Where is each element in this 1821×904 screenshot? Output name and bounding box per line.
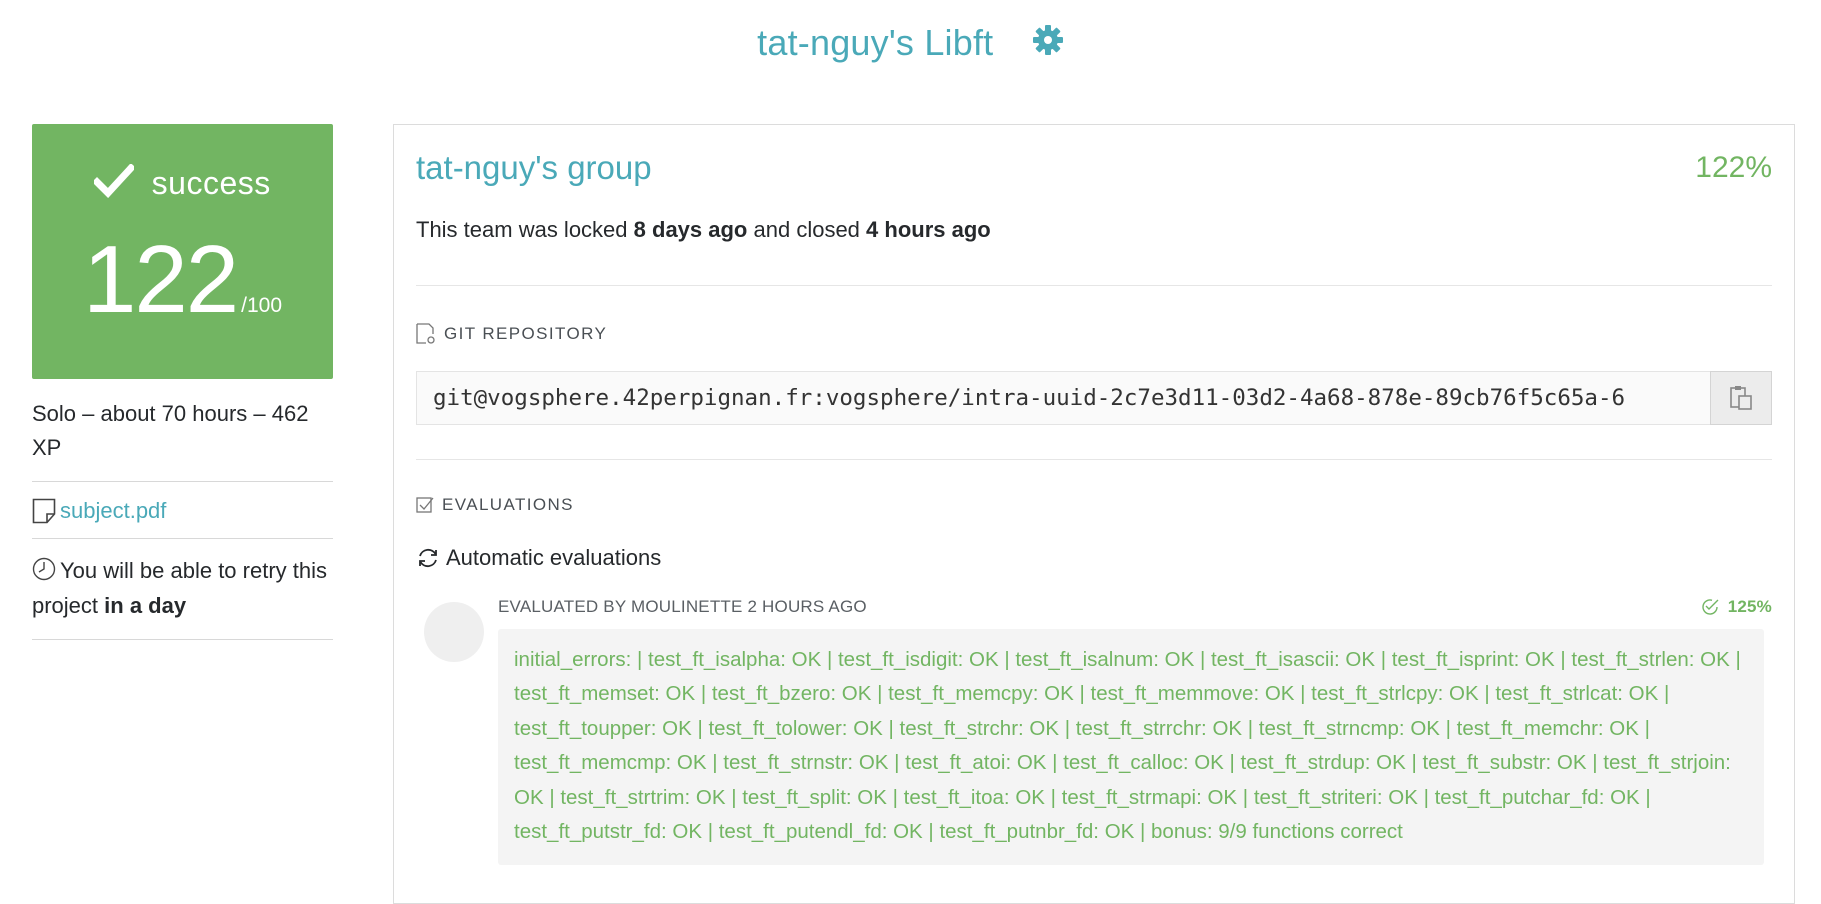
gear-icon[interactable] [1032, 24, 1064, 56]
git-section-title: GIT REPOSITORY [416, 323, 607, 345]
refresh-icon [419, 548, 437, 568]
check-circle-icon [1702, 599, 1719, 615]
page-title: tat-nguy's Libft [757, 22, 994, 63]
checkbox-icon [416, 497, 434, 513]
evaluator-line: EVALUATED BY MOULINETTE 2 HOURS AGO [498, 597, 867, 616]
subject-row: subject.pdf [32, 482, 333, 539]
status-row: success [32, 163, 333, 202]
status-label: success [151, 165, 271, 201]
divider [416, 459, 1772, 460]
score-card: success 122/100 [32, 124, 333, 379]
team-panel: tat-nguy's group 122% This team was lock… [393, 124, 1795, 904]
locked-ago: 8 days ago [633, 217, 748, 242]
clipboard-icon [1730, 386, 1752, 410]
checkmark-icon [92, 163, 137, 199]
team-percent: 122% [1695, 151, 1772, 184]
evaluation-header: EVALUATED BY MOULINETTE 2 HOURS AGO 125% [498, 597, 1772, 623]
lock-middle: and closed [753, 217, 860, 242]
evaluator-avatar [424, 602, 484, 662]
subject-link[interactable]: subject.pdf [60, 498, 166, 524]
lock-prefix: This team was locked [416, 217, 628, 242]
evaluations-section-title: EVALUATIONS [416, 495, 574, 515]
retry-delay: in a day [104, 593, 187, 618]
project-sidebar: success 122/100 Solo – about 70 hours – … [32, 124, 333, 640]
team-name[interactable]: tat-nguy's group [416, 149, 652, 186]
git-repository: git@vogsphere.42perpignan.fr:vogsphere/i… [416, 371, 1772, 425]
copy-button[interactable] [1710, 371, 1772, 425]
page-header: tat-nguy's Libft [0, 22, 1821, 78]
file-icon [32, 498, 56, 524]
mark-max: /100 [241, 294, 283, 317]
repository-icon [416, 323, 435, 344]
team-header: tat-nguy's group 122% [416, 149, 1772, 195]
evaluation-score: 125% [1700, 597, 1772, 617]
evaluation-details: initial_errors: | test_ft_isalpha: OK | … [498, 629, 1764, 865]
team-lock-status: This team was locked 8 days ago and clos… [416, 217, 991, 243]
automatic-evaluations-title: Automatic evaluations [416, 545, 661, 571]
retry-info: You will be able to retry this project i… [32, 539, 333, 640]
mark-value: 122 [82, 226, 239, 333]
closed-ago: 4 hours ago [866, 217, 991, 242]
git-url-field[interactable]: git@vogsphere.42perpignan.fr:vogsphere/i… [416, 371, 1710, 425]
divider [416, 285, 1772, 286]
project-meta: Solo – about 70 hours – 462 XP [32, 397, 333, 482]
clock-icon [32, 557, 56, 581]
final-mark: 122/100 [32, 232, 333, 328]
